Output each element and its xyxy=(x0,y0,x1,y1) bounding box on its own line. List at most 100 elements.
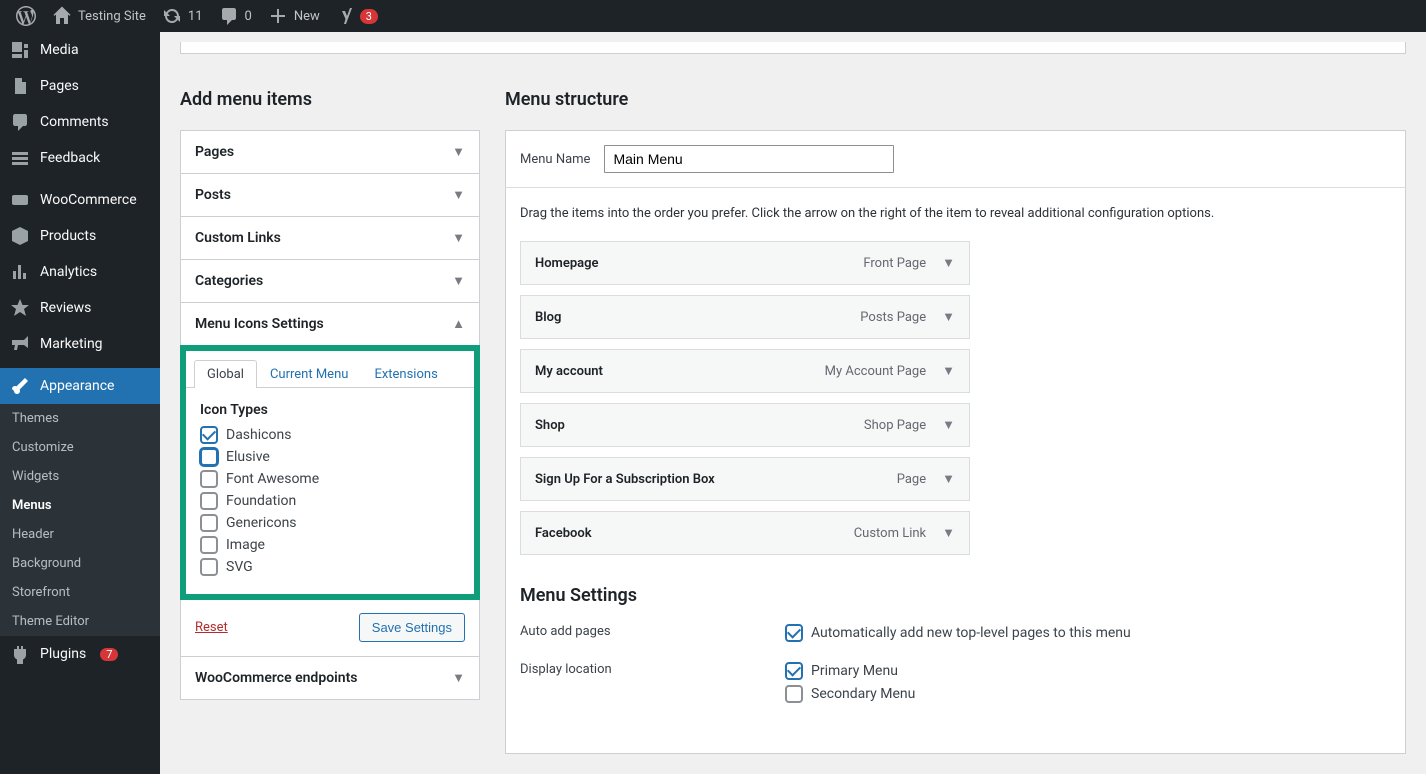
box-posts[interactable]: Posts ▼ xyxy=(181,174,479,217)
site-name-link[interactable]: Testing Site xyxy=(44,0,154,32)
sidebar-label: Analytics xyxy=(40,264,97,280)
wordpress-icon xyxy=(16,6,36,26)
checkbox-svg[interactable] xyxy=(200,558,218,576)
sidebar-label: Products xyxy=(40,228,96,244)
chevron-down-icon[interactable]: ▼ xyxy=(942,471,955,487)
sidebar-item-media[interactable]: Media xyxy=(0,32,160,68)
sub-widgets[interactable]: Widgets xyxy=(0,462,160,491)
tab-extensions[interactable]: Extensions xyxy=(361,360,450,388)
checkbox-font-awesome[interactable] xyxy=(200,470,218,488)
chevron-down-icon[interactable]: ▼ xyxy=(942,255,955,271)
comments-link[interactable]: 0 xyxy=(211,0,260,32)
menu-item[interactable]: FacebookCustom Link▼ xyxy=(520,511,970,555)
panel-footer: Reset Save Settings xyxy=(181,599,479,656)
checkbox-genericons[interactable] xyxy=(200,514,218,532)
appearance-submenu: Themes Customize Widgets Menus Header Ba… xyxy=(0,404,160,636)
checkbox-elusive[interactable] xyxy=(200,448,218,466)
menu-name-input[interactable] xyxy=(604,145,894,173)
sidebar-item-feedback[interactable]: Feedback xyxy=(0,140,160,176)
menu-structure-heading: Menu structure xyxy=(505,89,1406,110)
menu-item-title: Sign Up For a Subscription Box xyxy=(535,472,715,487)
new-content-link[interactable]: New xyxy=(260,0,328,32)
sidebar-label: Media xyxy=(40,42,79,58)
sidebar-item-pages[interactable]: Pages xyxy=(0,68,160,104)
admin-sidebar: Media Pages Comments Feedback WooCommerc… xyxy=(0,32,160,774)
sub-menus[interactable]: Menus xyxy=(0,491,160,520)
yoast-icon xyxy=(336,6,356,26)
sidebar-item-marketing[interactable]: Marketing xyxy=(0,326,160,362)
woocommerce-icon xyxy=(10,190,30,210)
sidebar-item-reviews[interactable]: Reviews xyxy=(0,290,160,326)
brush-icon xyxy=(10,376,30,396)
reset-link[interactable]: Reset xyxy=(195,620,228,635)
updates-count: 11 xyxy=(188,9,203,24)
chevron-down-icon[interactable]: ▼ xyxy=(942,309,955,325)
checkbox-image[interactable] xyxy=(200,536,218,554)
wp-logo[interactable] xyxy=(8,0,44,32)
checkbox-secondary-menu[interactable] xyxy=(785,685,803,703)
sub-customize[interactable]: Customize xyxy=(0,433,160,462)
icon-tabs: Global Current Menu Extensions xyxy=(186,351,474,388)
chevron-down-icon: ▼ xyxy=(452,230,465,246)
plus-icon xyxy=(268,6,288,26)
box-pages[interactable]: Pages ▼ xyxy=(181,131,479,174)
sub-header[interactable]: Header xyxy=(0,520,160,549)
sub-themes[interactable]: Themes xyxy=(0,404,160,433)
checkbox-foundation[interactable] xyxy=(200,492,218,510)
save-settings-button[interactable]: Save Settings xyxy=(359,613,465,642)
checkbox-auto-add[interactable] xyxy=(785,624,803,642)
star-icon xyxy=(10,298,30,318)
sidebar-label: Appearance xyxy=(40,378,114,394)
sidebar-item-analytics[interactable]: Analytics xyxy=(0,254,160,290)
menu-item[interactable]: Homepage Front Page ▼ xyxy=(520,241,970,285)
checkbox-primary-menu[interactable] xyxy=(785,662,803,680)
products-icon xyxy=(10,226,30,246)
menu-item-title: Homepage xyxy=(535,256,599,271)
updates-link[interactable]: 11 xyxy=(154,0,211,32)
sidebar-label: Comments xyxy=(40,114,109,130)
menu-icons-panel: Global Current Menu Extensions Icon Type… xyxy=(180,345,480,600)
sidebar-item-products[interactable]: Products xyxy=(0,218,160,254)
sub-background[interactable]: Background xyxy=(0,549,160,578)
menu-item-type: Front Page xyxy=(863,256,926,271)
menu-item-type: Page xyxy=(897,472,926,487)
sidebar-item-comments[interactable]: Comments xyxy=(0,104,160,140)
tab-current-menu[interactable]: Current Menu xyxy=(257,360,361,388)
sidebar-item-appearance[interactable]: Appearance xyxy=(0,368,160,404)
sidebar-label: Marketing xyxy=(40,336,103,352)
chevron-down-icon: ▼ xyxy=(452,273,465,289)
menu-name-row: Menu Name xyxy=(505,130,1406,188)
tab-global[interactable]: Global xyxy=(194,360,257,388)
menu-item-type: Shop Page xyxy=(864,418,926,433)
menu-settings-heading: Menu Settings xyxy=(520,585,1391,606)
site-name-text: Testing Site xyxy=(78,9,146,24)
yoast-link[interactable]: 3 xyxy=(328,0,386,32)
box-woo-endpoints[interactable]: WooCommerce endpoints ▼ xyxy=(181,656,479,699)
display-location-label: Display location xyxy=(520,662,785,708)
plugin-icon xyxy=(10,644,30,664)
box-menu-icons[interactable]: Menu Icons Settings ▲ xyxy=(181,303,479,346)
checkbox-dashicons[interactable] xyxy=(200,426,218,444)
menu-item[interactable]: My accountMy Account Page▼ xyxy=(520,349,970,393)
structure-body: Drag the items into the order you prefer… xyxy=(505,188,1406,754)
comment-icon xyxy=(10,112,30,132)
menu-item[interactable]: Sign Up For a Subscription Box Page ▼ xyxy=(520,457,970,501)
box-categories[interactable]: Categories ▼ xyxy=(181,260,479,303)
chevron-down-icon[interactable]: ▼ xyxy=(942,417,955,433)
update-icon xyxy=(162,6,182,26)
sub-storefront[interactable]: Storefront xyxy=(0,578,160,607)
menu-item[interactable]: BlogPosts Page▼ xyxy=(520,295,970,339)
box-custom-links[interactable]: Custom Links ▼ xyxy=(181,217,479,260)
sidebar-item-woocommerce[interactable]: WooCommerce xyxy=(0,182,160,218)
sidebar-item-plugins[interactable]: Plugins 7 xyxy=(0,636,160,672)
chevron-down-icon[interactable]: ▼ xyxy=(942,363,955,379)
menu-item[interactable]: ShopShop Page▼ xyxy=(520,403,970,447)
instructions-text: Drag the items into the order you prefer… xyxy=(520,206,1391,221)
comments-count: 0 xyxy=(245,9,252,24)
pages-icon xyxy=(10,76,30,96)
sub-theme-editor[interactable]: Theme Editor xyxy=(0,607,160,636)
menu-item-type: Posts Page xyxy=(860,310,926,325)
menu-items-list: HomepageFront Page▼BlogPosts Page▼My acc… xyxy=(520,241,1391,555)
chevron-down-icon[interactable]: ▼ xyxy=(942,525,955,541)
menu-settings: Menu Settings Auto add pages Automatical… xyxy=(520,585,1391,708)
